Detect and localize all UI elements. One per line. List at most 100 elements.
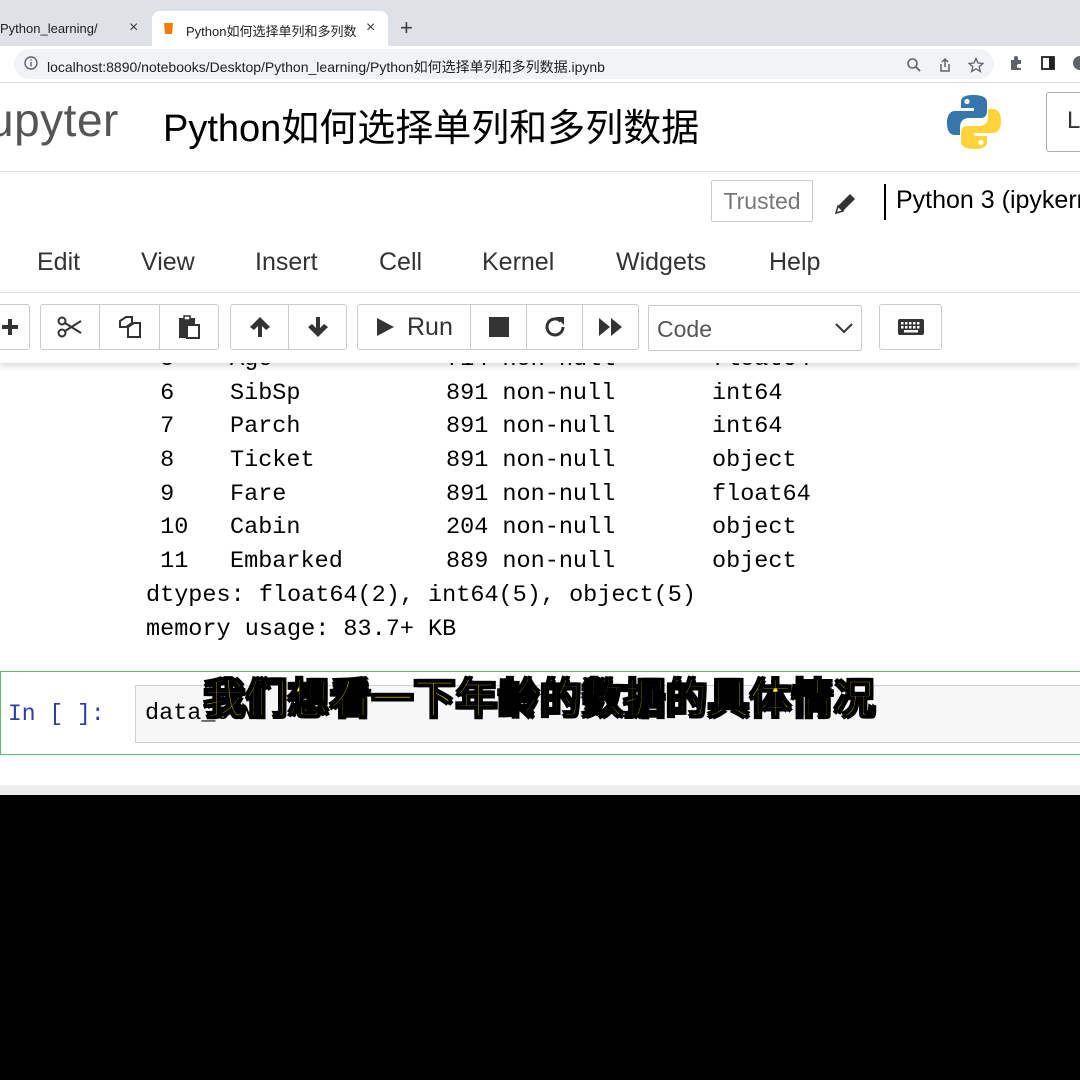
output-index: 8 xyxy=(146,447,175,475)
notebook-title[interactable]: Python如何选择单列和多列数据 xyxy=(163,97,699,152)
omnibox[interactable]: localhost:8890/notebooks/Desktop/Python_… xyxy=(14,49,994,79)
output-dtype: float64 xyxy=(712,480,811,508)
cell-output: 5Age714 non-nullfloat64 6 SibSp 891 non-nu… xyxy=(146,363,811,646)
fast-forward-icon xyxy=(598,318,622,336)
output-row: 8 Ticket 891 non-null object xyxy=(146,444,811,478)
run-button[interactable]: Run xyxy=(357,304,471,350)
cell-type-value: Code xyxy=(657,316,712,342)
interrupt-button[interactable] xyxy=(470,304,527,350)
paste-button[interactable] xyxy=(159,304,219,350)
output-row: 7 Parch 891 non-null int64 xyxy=(146,410,811,444)
output-non-null-count: 204 non-null xyxy=(446,514,616,542)
output-non-null-count: 891 non-null xyxy=(446,379,616,407)
logout-button[interactable]: L xyxy=(1046,92,1080,152)
output-column-name: Parch xyxy=(230,413,301,441)
trusted-badge[interactable]: Trusted xyxy=(711,180,813,222)
output-index: 7 xyxy=(146,413,175,441)
output-column-name: Age xyxy=(230,363,446,377)
move-down-button[interactable] xyxy=(288,304,347,350)
output-index: 10 xyxy=(146,514,189,542)
pencil-icon[interactable] xyxy=(833,190,859,216)
menu-bar: Edit View Insert Cell Kernel Widgets Hel… xyxy=(0,234,1080,293)
share-icon[interactable] xyxy=(937,57,953,73)
output-row: 9 Fare 891 non-null float64 xyxy=(146,478,811,512)
output-non-null-count: 891 non-null xyxy=(446,447,616,475)
tab-notebook-active[interactable]: Python如何选择单列和多列数据 × xyxy=(152,11,388,46)
tab-close-icon[interactable]: × xyxy=(366,19,375,37)
tab-title: Python如何选择单列和多列数据 xyxy=(186,24,356,39)
tab-strip: Python_learning/ × Python如何选择单列和多列数据 × + xyxy=(0,0,1080,46)
copy-button[interactable] xyxy=(99,304,160,350)
scissors-icon xyxy=(57,316,82,338)
output-dtypes-summary: dtypes: float64(2), int64(5), object(5) xyxy=(146,581,696,609)
output-row: 6 SibSp 891 non-null int64 xyxy=(146,377,811,411)
menu-widgets[interactable]: Widgets xyxy=(616,248,706,277)
extensions-icon[interactable] xyxy=(1008,55,1024,71)
arrow-down-icon xyxy=(307,317,328,337)
address-bar: localhost:8890/notebooks/Desktop/Python_… xyxy=(0,46,1080,83)
command-palette-button[interactable] xyxy=(879,304,942,350)
notebook-favicon-icon xyxy=(164,23,173,34)
cell-type-select[interactable]: Code xyxy=(648,305,862,351)
logout-label: L xyxy=(1067,107,1080,134)
tab-title: Python_learning/ xyxy=(0,21,98,36)
copy-icon xyxy=(118,316,141,338)
menu-edit[interactable]: Edit xyxy=(37,248,80,277)
kernel-indicator-bar: Trusted Python 3 (ipykernel) xyxy=(0,172,1080,234)
output-non-null-count: 891 non-null xyxy=(446,413,616,441)
menu-cell[interactable]: Cell xyxy=(379,248,422,277)
run-label: Run xyxy=(407,313,453,341)
bookmark-star-icon[interactable] xyxy=(968,57,984,73)
output-row: 10 Cabin 204 non-null object xyxy=(146,511,811,545)
menu-help[interactable]: Help xyxy=(769,248,820,277)
cut-button[interactable] xyxy=(40,304,100,350)
notebook-bottom-edge xyxy=(0,785,1080,795)
play-icon xyxy=(377,318,394,336)
jupyter-logo[interactable]: upyter xyxy=(0,93,119,147)
menu-insert[interactable]: Insert xyxy=(255,248,318,277)
side-panel-icon[interactable] xyxy=(1040,55,1056,71)
output-row: 5Age714 non-nullfloat64 xyxy=(146,363,811,377)
new-tab-button[interactable]: + xyxy=(400,14,413,42)
output-dtype: float64 xyxy=(712,363,811,373)
output-dtype: int64 xyxy=(712,379,783,407)
python-logo-icon xyxy=(947,95,1001,149)
move-up-button[interactable] xyxy=(230,304,289,350)
output-non-null-count: 891 non-null xyxy=(446,480,616,508)
output-dtype: object xyxy=(712,548,797,576)
paste-icon xyxy=(179,315,200,339)
output-column-name: SibSp xyxy=(230,379,301,407)
menu-kernel[interactable]: Kernel xyxy=(482,248,554,277)
restart-run-all-button[interactable] xyxy=(582,304,639,350)
arrow-up-icon xyxy=(249,317,270,337)
menu-view[interactable]: View xyxy=(141,248,195,277)
restart-button[interactable] xyxy=(526,304,583,350)
profile-icon[interactable] xyxy=(1072,55,1080,71)
stop-icon xyxy=(488,317,509,337)
zoom-icon[interactable] xyxy=(906,57,922,73)
url-text[interactable]: localhost:8890/notebooks/Desktop/Python_… xyxy=(47,57,605,77)
video-subtitle: 我们想看一下年龄的数据的具体情况 xyxy=(203,674,876,724)
output-index: 9 xyxy=(146,480,175,508)
output-index: 6 xyxy=(146,379,175,407)
kernel-name[interactable]: Python 3 (ipykernel) xyxy=(896,186,1080,215)
output-non-null-count: 714 non-null xyxy=(446,363,712,377)
jupyter-header: upyter Python如何选择单列和多列数据 xyxy=(0,83,1080,172)
kernel-divider xyxy=(884,184,886,220)
notebook-container: 5Age714 non-nullfloat64 6 SibSp 891 non-nu… xyxy=(0,363,1080,795)
output-column-name: Ticket xyxy=(230,447,315,475)
tab-close-icon[interactable]: × xyxy=(129,19,138,37)
output-dtype: object xyxy=(712,447,797,475)
insert-cell-button[interactable] xyxy=(0,304,30,350)
notebook-toolbar: Run Code xyxy=(0,293,1080,363)
output-column-name: Cabin xyxy=(230,514,301,542)
tab-python-learning[interactable]: Python_learning/ × xyxy=(0,11,150,46)
keyboard-icon xyxy=(897,319,924,335)
output-dtype: object xyxy=(712,514,797,542)
restart-icon xyxy=(545,317,564,337)
output-index: 11 xyxy=(146,548,189,576)
output-non-null-count: 889 non-null xyxy=(446,548,616,576)
output-column-name: Fare xyxy=(230,480,287,508)
info-icon[interactable] xyxy=(24,56,38,70)
plus-icon xyxy=(2,319,18,335)
